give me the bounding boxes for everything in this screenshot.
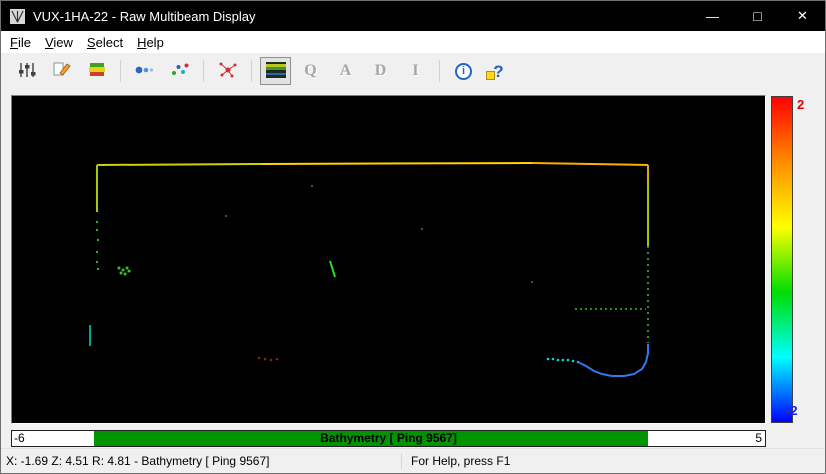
help-button[interactable]: ? (483, 57, 514, 85)
colorbar-max-label: 2 (797, 98, 804, 111)
network-nodes-button[interactable] (212, 57, 243, 85)
menu-select[interactable]: Select (80, 33, 130, 52)
app-icon (10, 9, 25, 24)
color-palette-button[interactable] (81, 57, 112, 85)
colorbar-min-label: -2 (786, 404, 798, 417)
toolbar-separator (203, 60, 204, 82)
minimize-button[interactable]: — (690, 1, 735, 31)
display-thumbnail-icon (266, 62, 286, 81)
title-bar: VUX-1HA-22 - Raw Multibeam Display — □ ✕ (1, 1, 825, 31)
pencil-icon (52, 61, 72, 82)
mode-d-button[interactable]: D (365, 57, 396, 85)
menu-view[interactable]: View (38, 33, 80, 52)
network-icon (218, 61, 238, 82)
cursor-position-readout: X: -1.69 Z: 4.51 R: 4.81 - Bathymetry [ … (1, 454, 401, 468)
linked-points-icon (134, 61, 155, 82)
ping-scrollbar[interactable]: -6 5 Bathymetry [ Ping 9567] (11, 430, 766, 447)
menu-bar: File View Select Help (1, 31, 825, 53)
colormap-icon (87, 61, 107, 81)
colorbar-min-value: 2 (790, 403, 797, 418)
menu-file[interactable]: File (3, 33, 38, 52)
status-bar: X: -1.69 Z: 4.51 R: 4.81 - Bathymetry [ … (1, 448, 825, 473)
scatter-icon (170, 61, 190, 81)
scatter-view-button[interactable] (164, 57, 195, 85)
range-bar-label: Bathymetry [ Ping 9567] (12, 431, 765, 445)
toolbar-separator (251, 60, 252, 82)
colorbar-column: 2 -2 (771, 95, 826, 424)
colorbar-gradient (771, 96, 793, 423)
mode-i-button[interactable]: I (400, 57, 431, 85)
toolbar-separator (439, 60, 440, 82)
toolbar-separator (120, 60, 121, 82)
info-icon: i (455, 63, 472, 80)
window-title: VUX-1HA-22 - Raw Multibeam Display (33, 9, 256, 24)
app-window: VUX-1HA-22 - Raw Multibeam Display — □ ✕… (0, 0, 826, 474)
info-button[interactable]: i (448, 57, 479, 85)
color-display-mode-button[interactable] (260, 57, 291, 85)
mode-a-button[interactable]: A (330, 57, 361, 85)
edit-button[interactable] (46, 57, 77, 85)
point-trail-button[interactable] (129, 57, 160, 85)
sliders-icon (17, 61, 37, 82)
letter-i-icon: I (412, 62, 418, 80)
maximize-button[interactable]: □ (735, 1, 780, 31)
letter-d-icon: D (375, 62, 387, 80)
close-button[interactable]: ✕ (780, 1, 825, 31)
statusbar-help-text: For Help, press F1 (402, 454, 510, 468)
ping-range-bar: -6 5 Bathymetry [ Ping 9567] (1, 429, 825, 448)
help-icon: ? (493, 63, 503, 80)
letter-q-icon: Q (304, 62, 316, 80)
main-area: 2 -2 (1, 89, 825, 429)
toolbar: Q A D I i ? (1, 53, 825, 89)
multibeam-plot (12, 96, 765, 423)
settings-sliders-button[interactable] (11, 57, 42, 85)
mode-q-button[interactable]: Q (295, 57, 326, 85)
letter-a-icon: A (340, 62, 352, 80)
display-canvas[interactable] (11, 95, 766, 424)
menu-help[interactable]: Help (130, 33, 171, 52)
